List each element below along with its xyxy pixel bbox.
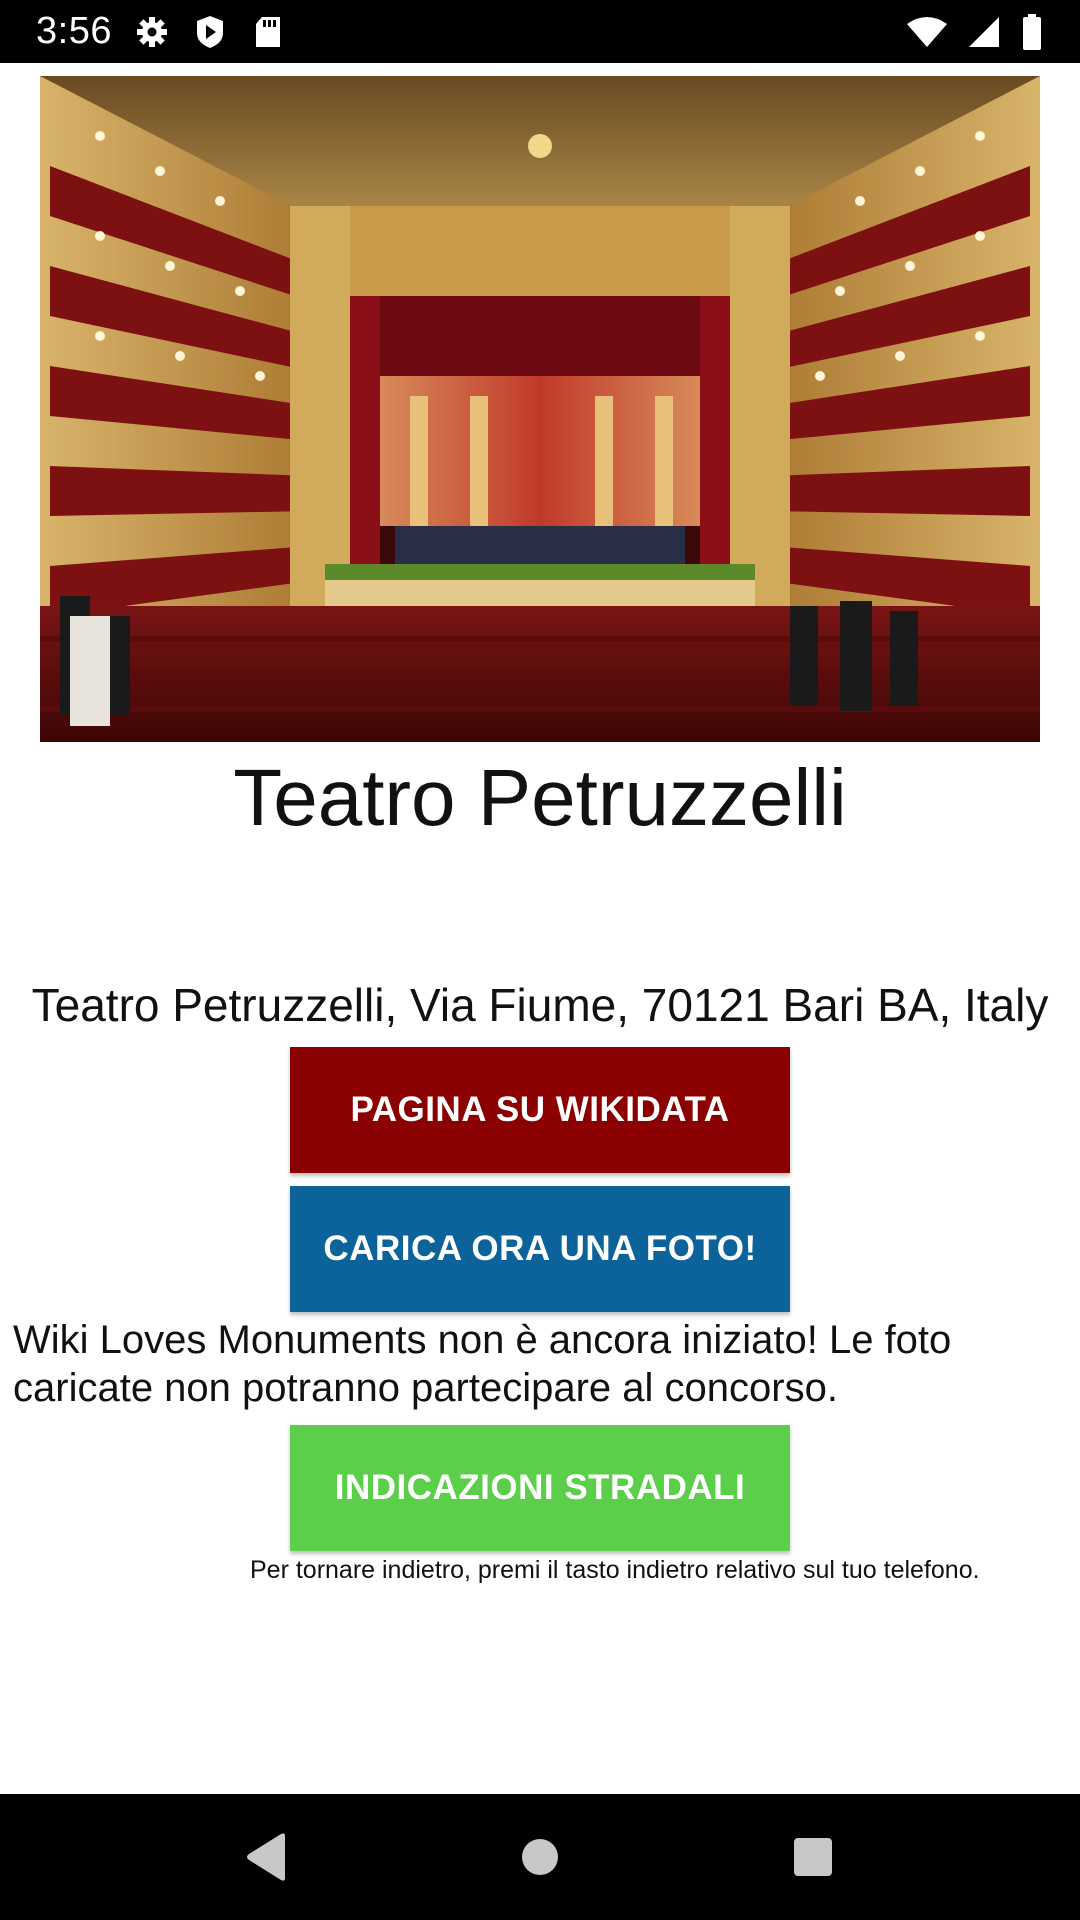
sd-card-icon bbox=[250, 14, 286, 50]
status-left: 3:56 bbox=[36, 10, 286, 53]
monument-photo bbox=[40, 76, 1040, 742]
directions-button[interactable]: INDICAZIONI STRADALI bbox=[290, 1425, 790, 1551]
status-bar: 3:56 bbox=[0, 0, 1080, 63]
wifi-icon bbox=[906, 14, 948, 50]
status-time: 3:56 bbox=[36, 10, 112, 52]
upload-photo-button[interactable]: CARICA ORA UNA FOTO! bbox=[290, 1186, 790, 1312]
monument-address: Teatro Petruzzelli, Via Fiume, 70121 Bar… bbox=[31, 979, 1049, 1031]
contest-notice: Wiki Loves Monuments non è ancora inizia… bbox=[13, 1318, 952, 1410]
monument-title: Teatro Petruzzelli bbox=[233, 753, 847, 842]
home-icon[interactable] bbox=[500, 1817, 580, 1897]
screen: 3:56 Teatro Petruzzelli Teatro Petruzzel… bbox=[0, 0, 1080, 1920]
wikidata-page-button[interactable]: PAGINA SU WIKIDATA bbox=[290, 1047, 790, 1173]
navigation-bar bbox=[0, 1794, 1080, 1920]
gear-icon bbox=[134, 14, 170, 50]
signal-icon bbox=[966, 14, 1002, 50]
battery-icon bbox=[1020, 13, 1044, 50]
status-right bbox=[906, 13, 1044, 50]
play-shield-icon bbox=[192, 14, 228, 50]
back-hint: Per tornare indietro, premi il tasto ind… bbox=[250, 1556, 980, 1584]
recents-icon[interactable] bbox=[773, 1817, 853, 1897]
back-icon[interactable] bbox=[227, 1817, 307, 1897]
